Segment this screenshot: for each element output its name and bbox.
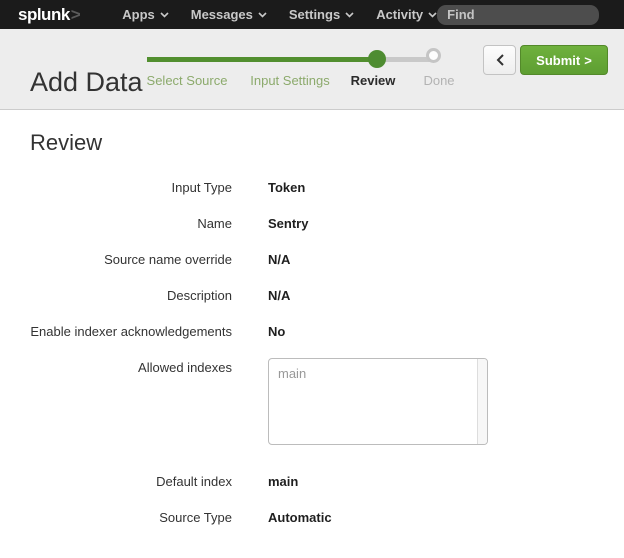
field-row-source-type: Source Type Automatic — [0, 508, 624, 528]
caret-down-icon — [160, 12, 169, 18]
splunk-logo-chevron-icon: > — [71, 5, 80, 24]
list-item: main — [269, 359, 487, 389]
caret-down-icon — [345, 12, 354, 18]
add-data-header: Add Data Select Source Input Settings Re… — [0, 29, 624, 110]
find-input[interactable] — [437, 5, 599, 25]
field-row-input-type: Input Type Token — [0, 178, 624, 198]
step-ring-done — [426, 48, 441, 63]
field-row-indexer-acknowledgements: Enable indexer acknowledgements No — [0, 322, 624, 342]
review-content: Review Input Type Token Name Sentry Sour… — [0, 130, 624, 528]
splunk-logo-text: splunk — [18, 5, 70, 24]
field-row-default-index: Default index main — [0, 472, 624, 492]
nav-item-settings[interactable]: Settings — [289, 7, 354, 22]
splunk-add-data-page: splunk> Apps Messages Settings Activity … — [0, 0, 624, 558]
field-value: N/A — [268, 250, 290, 270]
chevron-left-icon — [496, 54, 504, 66]
field-label: Description — [30, 286, 232, 306]
field-value: N/A — [268, 286, 290, 306]
nav-item-activity[interactable]: Activity — [376, 7, 437, 22]
back-button[interactable] — [483, 45, 516, 75]
splunk-logo[interactable]: splunk> — [18, 5, 80, 25]
field-label: Default index — [30, 472, 232, 492]
step-label-review: Review — [351, 73, 396, 88]
nav-item-messages[interactable]: Messages — [191, 7, 267, 22]
field-value: No — [268, 322, 285, 342]
field-value: Token — [268, 178, 305, 198]
step-label-input-settings[interactable]: Input Settings — [250, 73, 330, 88]
allowed-indexes-listbox[interactable]: main — [268, 358, 488, 445]
nav-item-label: Messages — [191, 7, 253, 22]
step-label-select-source[interactable]: Select Source — [147, 73, 228, 88]
review-fields: Input Type Token Name Sentry Source name… — [0, 178, 624, 528]
caret-down-icon — [258, 12, 267, 18]
field-value: Automatic — [268, 508, 332, 528]
nav-item-label: Apps — [122, 7, 155, 22]
nav-item-apps[interactable]: Apps — [122, 7, 169, 22]
field-label: Allowed indexes — [30, 358, 232, 445]
field-label: Name — [30, 214, 232, 234]
field-label: Source name override — [30, 250, 232, 270]
field-label: Input Type — [30, 178, 232, 198]
field-value: Sentry — [268, 214, 308, 234]
nav-item-label: Activity — [376, 7, 423, 22]
caret-down-icon — [428, 12, 437, 18]
field-label: Source Type — [30, 508, 232, 528]
field-value: main — [268, 472, 298, 492]
field-row-name: Name Sentry — [0, 214, 624, 234]
review-heading: Review — [30, 130, 624, 156]
progress-bar-complete — [147, 57, 377, 62]
chevron-right-icon: > — [584, 53, 592, 68]
step-label-done: Done — [423, 73, 454, 88]
field-row-source-name-override: Source name override N/A — [0, 250, 624, 270]
scrollbar[interactable] — [477, 359, 487, 444]
field-label: Enable indexer acknowledgements — [30, 322, 232, 342]
submit-button-label: Submit — [536, 53, 580, 68]
field-row-allowed-indexes: Allowed indexes main — [0, 358, 624, 445]
submit-button[interactable]: Submit > — [520, 45, 608, 75]
step-dot-review — [368, 50, 386, 68]
nav-item-label: Settings — [289, 7, 340, 22]
field-row-description: Description N/A — [0, 286, 624, 306]
top-nav: splunk> Apps Messages Settings Activity — [0, 0, 624, 29]
